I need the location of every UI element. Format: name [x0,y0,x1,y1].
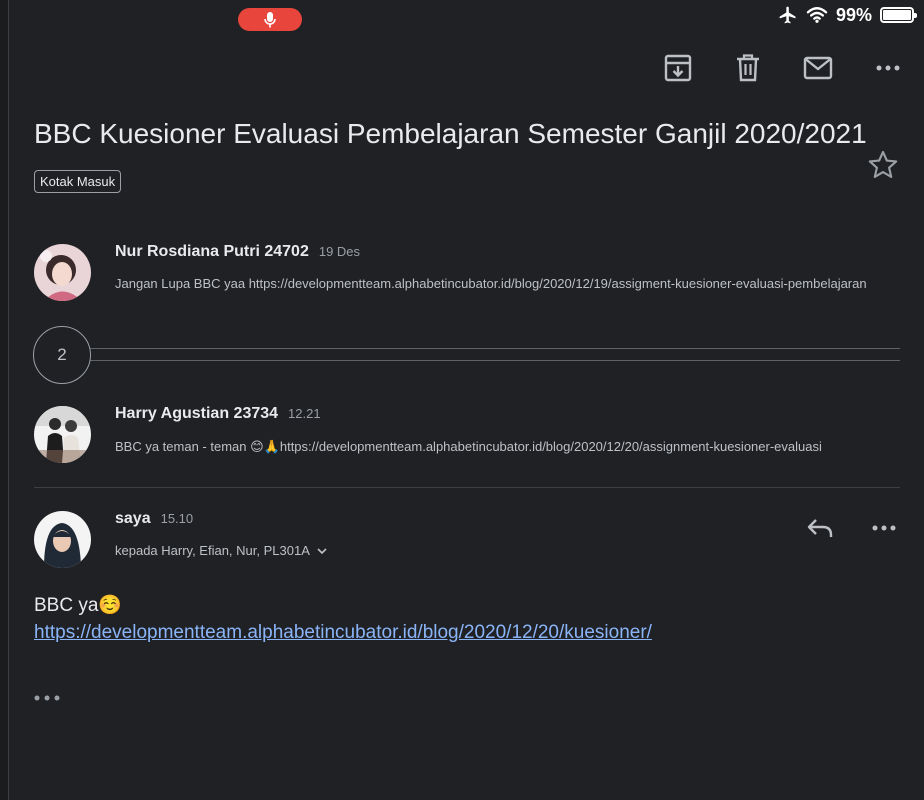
recipients-toggle[interactable]: kepada Harry, Efian, Nur, PL301A [115,543,328,558]
reply-button[interactable] [802,510,838,546]
sender-name-text: Nur Rosdiana Putri 24702 [115,243,309,260]
microphone-icon [264,11,276,27]
reply-icon [807,519,833,537]
mark-unread-icon [803,56,833,80]
sender-name-text: saya [115,510,151,527]
sender-avatar [34,406,91,463]
archive-button[interactable] [660,50,696,86]
collapsed-messages-count[interactable]: 2 [33,326,91,384]
more-icon [876,65,900,71]
sender-avatar [34,511,91,568]
sender-avatar [34,244,91,301]
message-divider [34,487,900,488]
collapsed-stack-line [60,360,900,361]
status-bar-right: 99% [778,3,917,27]
inbox-label-chip[interactable]: Kotak Masuk [34,170,122,193]
email-subject: BBC Kuesioner Evaluasi Pembelajaran Seme… [34,118,867,149]
chevron-down-icon [317,547,327,554]
avatar-photo [34,511,91,568]
sender-name: Harry Agustian 23734 12.21 [115,405,321,423]
email-thread-screen: 99% BBC Kuesioner Evaluasi Pembelajaran … [0,0,924,800]
more-icon [872,525,896,531]
archive-icon [664,54,692,82]
message-snippet: Jangan Lupa BBC yaa https://developmentt… [115,276,867,291]
message-more-button[interactable] [866,510,902,546]
star-icon [868,150,898,178]
message-time: 19 Des [318,244,361,259]
sender-name: saya 15.10 [115,510,193,528]
sender-name-text: Harry Agustian 23734 [115,405,279,422]
message-body-text: BBC ya☺️ [34,595,123,616]
mic-recording-indicator[interactable] [238,8,302,31]
recipients-text: kepada Harry, Efian, Nur, PL301A [115,543,310,558]
message-time: 12.21 [288,406,321,421]
trash-icon [737,54,759,82]
wifi-icon [806,7,828,23]
sender-name: Nur Rosdiana Putri 24702 19 Des [115,243,360,261]
delete-button[interactable] [730,50,766,86]
avatar-photo [34,406,91,463]
message-body-link[interactable]: https://developmentteam.alphabetincubato… [34,622,652,644]
mark-unread-button[interactable] [800,50,836,86]
more-options-button[interactable] [870,50,906,86]
airplane-mode-icon [779,6,796,24]
message-time: 15.10 [160,511,194,526]
star-button[interactable] [866,148,900,182]
more-horizontal-icon [34,695,60,701]
avatar-photo [34,244,91,301]
thread-toolbar [660,50,906,86]
battery-icon [880,7,917,23]
split-view-edge [0,0,9,800]
battery-fill [883,10,911,20]
battery-percentage: 99% [835,4,872,25]
show-trimmed-content-button[interactable] [34,688,60,706]
message-snippet: BBC ya teman - teman 😊🙏https://developme… [115,439,822,454]
collapsed-stack-line [60,348,900,349]
